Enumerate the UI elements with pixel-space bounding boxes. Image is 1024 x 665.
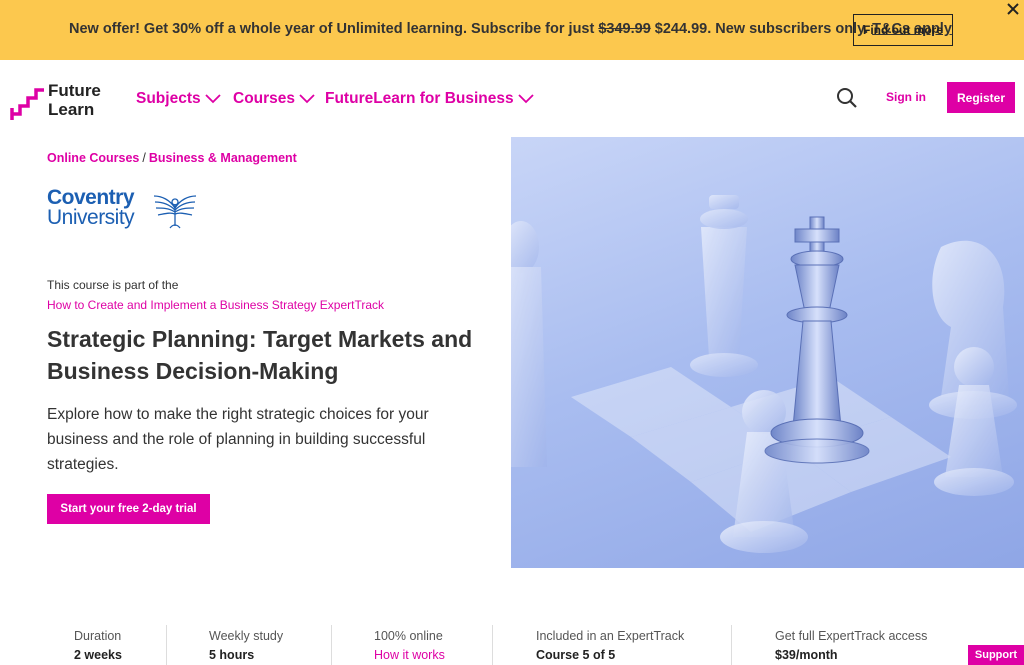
king-piece [764,216,870,464]
breadcrumb-business-management[interactable]: Business & Management [149,151,297,165]
chevron-down-icon [299,94,315,104]
fact-divider [492,625,493,665]
breadcrumb-online-courses[interactable]: Online Courses [47,151,139,165]
fact-expert-track-label: Included in an ExpertTrack [536,629,685,643]
fact-expert-track: Included in an ExpertTrack Course 5 of 5 [536,629,684,662]
logo-line-2: Learn [48,100,95,119]
course-description: Explore how to make the right strategic … [47,406,429,473]
fact-divider [731,625,732,665]
nav-business-label: FutureLearn for Business [325,90,514,107]
part-of-text: This course is part of the [47,278,179,292]
nav-subjects-label: Subjects [136,90,201,107]
nav-business[interactable]: FutureLearn for Business [325,90,535,108]
search-icon[interactable] [836,87,858,109]
fact-full-access-value: $39/month [775,648,838,662]
site-header: Future Learn Subjects Courses FutureLear… [0,60,1024,136]
queen-piece [690,195,758,377]
promo-banner: New offer! Get 30% off a whole year of U… [0,0,1024,60]
chevron-down-icon [517,94,534,104]
sign-in-link[interactable]: Sign in [886,90,926,104]
chevron-down-icon [204,94,221,104]
fact-weekly-study-label: Weekly study [209,629,284,643]
phoenix-icon [153,195,197,229]
breadcrumb: Online Courses / Business & Management [47,151,297,165]
fact-full-access-label: Get full ExpertTrack access [775,629,928,643]
register-button[interactable]: Register [947,82,1015,113]
university-name-line-2: University [47,206,135,229]
fact-weekly-study-value: 5 hours [209,648,255,662]
promo-text-after: $244.99. New subscribers only. [650,21,873,37]
logo-line-1: Future [48,81,101,100]
fact-duration-label: Duration [74,629,122,643]
promo-text-before: New offer! Get 30% off a whole year of U… [69,21,599,37]
nav-courses-label: Courses [233,90,296,107]
breadcrumb-separator: / [142,151,146,165]
fact-full-access: Get full ExpertTrack access $39/month [775,629,927,662]
fact-divider [331,625,332,665]
fact-expert-track-value: Course 5 of 5 [536,648,616,662]
promo-old-price: $349.99 [598,21,651,37]
pawn-piece-left [511,221,547,467]
fact-divider [166,625,167,665]
logo-text: Future Learn [48,81,101,119]
close-icon[interactable] [1004,0,1022,18]
fact-online: 100% online How it works [374,629,445,662]
expert-track-link[interactable]: How to Create and Implement a Business S… [47,298,384,312]
fact-duration: Duration 2 weeks [74,629,122,662]
fact-weekly-study: Weekly study 5 hours [209,629,283,662]
nav-subjects[interactable]: Subjects [136,90,222,108]
start-free-trial-button[interactable]: Start your free 2-day trial [47,494,210,524]
promo-text: New offer! Get 30% off a whole year of U… [69,21,952,37]
course-title: Strategic Planning: Target Markets and B… [47,326,473,384]
support-button[interactable]: Support [968,645,1024,665]
chess-illustration [511,195,1017,553]
nav-courses[interactable]: Courses [233,90,316,108]
find-out-more-button[interactable]: Find out more [853,14,953,46]
fact-duration-value: 2 weeks [74,648,122,662]
university-name-line-1: Coventry [47,186,135,209]
hero-image [511,137,1024,568]
how-it-works-link[interactable]: How it works [374,648,445,662]
fact-online-label: 100% online [374,629,443,643]
